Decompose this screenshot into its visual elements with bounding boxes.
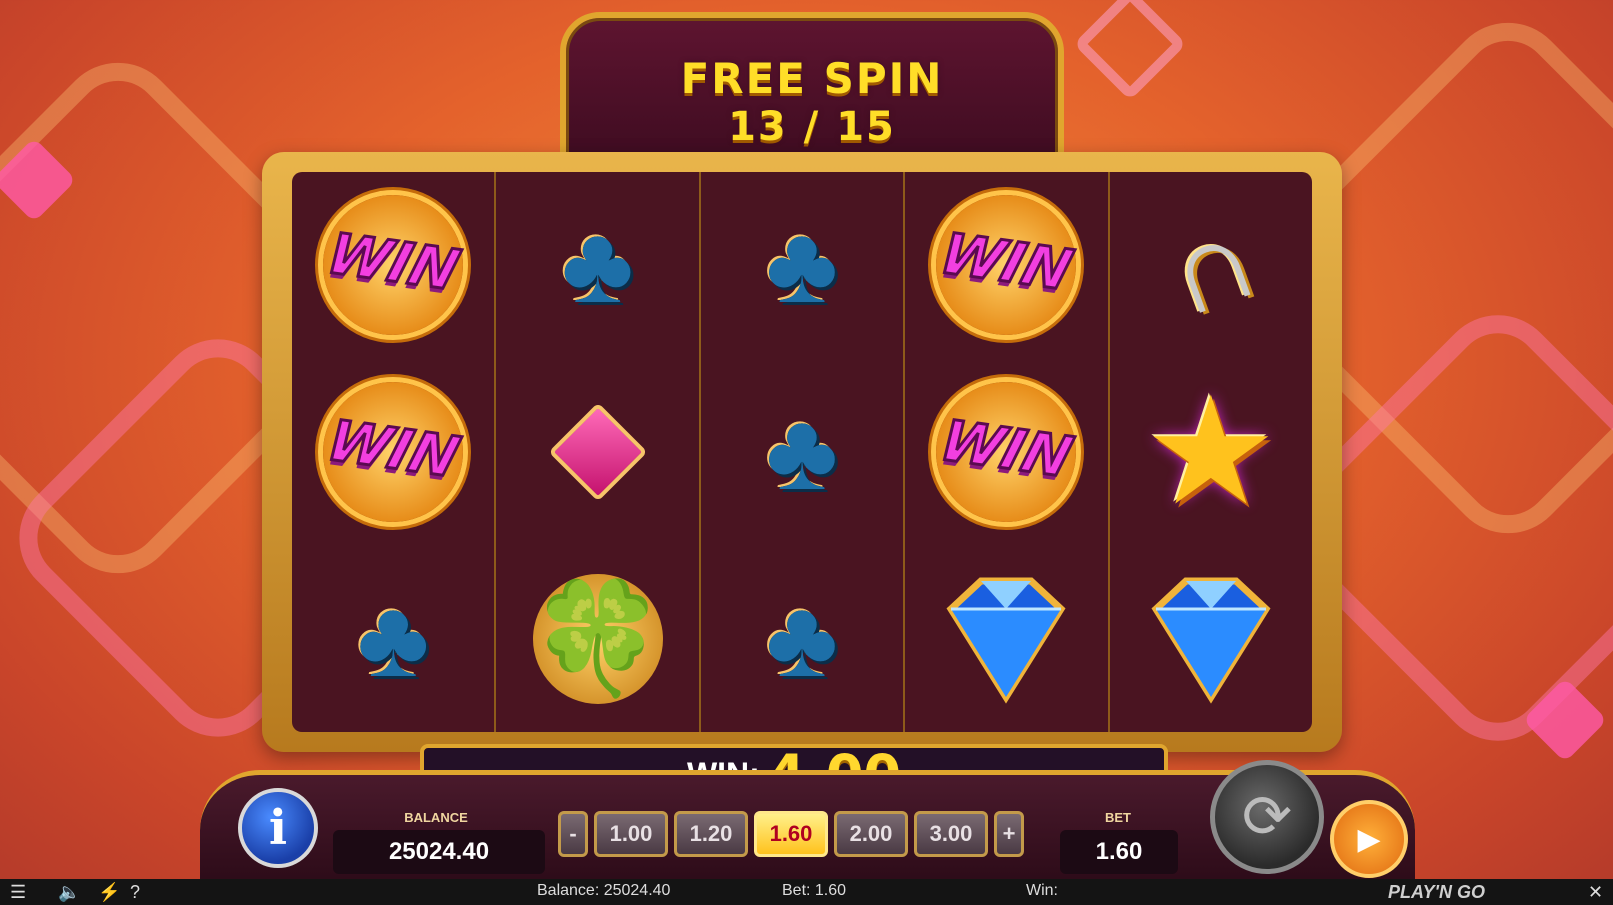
reel-cell: ♣ [701, 359, 903, 546]
spin-icon: ⟳ [1241, 783, 1293, 850]
win-badge-symbol: WIN [921, 190, 1091, 340]
bet-increase-button[interactable]: + [994, 811, 1024, 857]
clover-symbol: 🍀 [529, 573, 666, 704]
reel-cell: ♣ [496, 172, 698, 359]
reel-cell: ♣ [292, 545, 494, 732]
speaker-icon[interactable]: 🔈 [58, 882, 80, 903]
win-badge-symbol: WIN [308, 377, 478, 527]
reel-cell [496, 359, 698, 546]
bet-option-button[interactable]: 1.20 [674, 811, 748, 857]
club-symbol: ♣ [561, 203, 634, 327]
background-diamond [1073, 0, 1187, 101]
reel-column: WIN WIN ♣ [292, 172, 497, 732]
reel-cell: WIN [292, 359, 494, 546]
help-icon[interactable]: ? [130, 882, 140, 903]
star-symbol: ★ [1143, 367, 1279, 535]
gem-symbol [931, 569, 1081, 709]
menu-icon[interactable]: ☰ [10, 882, 26, 903]
reel-cell: 🍀 [496, 545, 698, 732]
status-bar: ☰ 🔈 ⚡ ? Balance: 25024.40 Bet: 1.60 Win:… [0, 879, 1613, 905]
status-win: Win: [1026, 882, 1058, 899]
bet-option-button[interactable]: 1.60 [754, 811, 828, 857]
autoplay-button[interactable]: ▶ [1330, 800, 1408, 878]
diamond-suit-symbol [548, 402, 648, 502]
win-badge-symbol: WIN [921, 377, 1091, 527]
reel-column: ♣ 🍀 [496, 172, 701, 732]
reel-cell [905, 545, 1107, 732]
bet-option-button[interactable]: 3.00 [914, 811, 988, 857]
close-icon[interactable]: ✕ [1588, 882, 1603, 903]
reel-cell [1110, 545, 1312, 732]
balance-label: BALANCE [404, 810, 468, 825]
club-symbol: ♣ [765, 390, 839, 513]
club-symbol: ♣ [765, 576, 839, 700]
bet-option-button[interactable]: 1.00 [594, 811, 668, 857]
reel-cell: WIN [292, 172, 494, 359]
club-symbol: ♣ [357, 576, 430, 700]
reel-cell: ∩ [1110, 172, 1312, 359]
balance-value: 25024.40 [333, 830, 545, 874]
status-bet: Bet: 1.60 [782, 882, 847, 899]
reel-cell: ★ [1110, 359, 1312, 546]
bet-selector: - 1.00 1.20 1.60 2.00 3.00 + [558, 811, 1024, 857]
club-symbol: ♣ [765, 203, 839, 327]
reel-frame: WIN WIN ♣ ♣ 🍀 ♣ ♣ ♣ WIN WIN ∩ ★ [262, 152, 1342, 752]
reel-cell: ♣ [701, 172, 903, 359]
reel-grid: WIN WIN ♣ ♣ 🍀 ♣ ♣ ♣ WIN WIN ∩ ★ [292, 172, 1312, 732]
reel-cell: ♣ [701, 545, 903, 732]
play-icon: ▶ [1357, 822, 1381, 856]
reel-column: ♣ ♣ ♣ [701, 172, 906, 732]
spin-button[interactable]: ⟳ [1210, 760, 1324, 874]
bet-label: BET [1105, 810, 1131, 825]
free-spin-header: FREE SPIN 13 / 15 [560, 12, 1064, 174]
reel-column: ∩ ★ [1110, 172, 1312, 732]
playngo-logo: PLAY'N GO [1388, 882, 1485, 902]
info-button[interactable]: i [238, 788, 318, 868]
bet-option-button[interactable]: 2.00 [834, 811, 908, 857]
lightning-icon[interactable]: ⚡ [98, 882, 120, 903]
free-spin-counter: 13 / 15 [728, 104, 896, 150]
reel-column: WIN WIN [905, 172, 1110, 732]
bet-decrease-button[interactable]: - [558, 811, 588, 857]
free-spin-title: FREE SPIN [680, 54, 944, 103]
status-balance: Balance: 25024.40 [537, 882, 671, 899]
win-badge-symbol: WIN [308, 190, 478, 340]
bet-value: 1.60 [1060, 830, 1178, 874]
reel-cell: WIN [905, 172, 1107, 359]
reel-cell: WIN [905, 359, 1107, 546]
horseshoe-symbol: ∩ [1147, 187, 1275, 344]
gem-symbol [1136, 569, 1286, 709]
